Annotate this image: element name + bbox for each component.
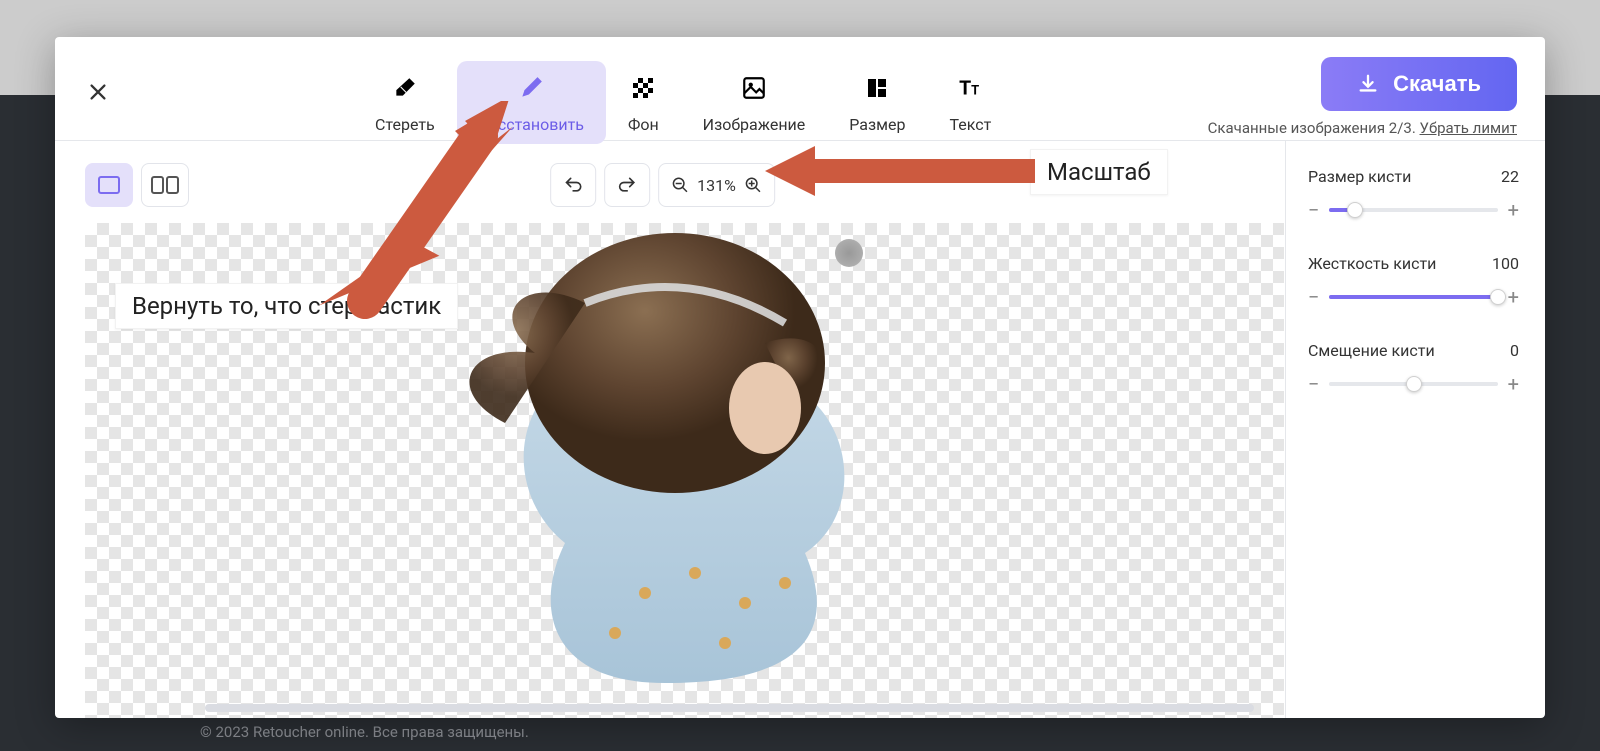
tool-label: Изображение: [703, 115, 806, 134]
zoom-in-icon[interactable]: [744, 176, 762, 194]
tool-background[interactable]: Фон: [606, 61, 681, 144]
brush-offset-plus[interactable]: +: [1508, 372, 1519, 396]
svg-text:T: T: [960, 77, 972, 100]
tool-label: Стереть: [375, 115, 435, 134]
brush-offset-minus[interactable]: −: [1308, 372, 1319, 396]
annotation-scale: Масштаб: [1030, 149, 1168, 195]
close-button[interactable]: [83, 77, 113, 107]
brush-size-value: 22: [1501, 167, 1519, 186]
redo-icon: [617, 175, 637, 195]
brush-hardness-label: Жесткость кисти: [1308, 254, 1436, 273]
brush-cursor: [835, 239, 863, 267]
brush-offset-label: Смещение кисти: [1308, 341, 1435, 360]
zoom-value: 131%: [697, 176, 736, 195]
edited-image: [385, 223, 945, 683]
remove-limit-link[interactable]: Убрать лимит: [1420, 119, 1517, 137]
brush-hardness-plus[interactable]: +: [1508, 285, 1519, 309]
tool-label: Восстановить: [479, 115, 584, 134]
tool-restore[interactable]: Восстановить: [457, 61, 606, 144]
sidebar-panel: Размер кисти 22 − + Жесткость кисти 100: [1285, 141, 1545, 718]
split-view-icon: [151, 176, 179, 194]
brush-hardness-group: Жесткость кисти 100 − +: [1308, 254, 1519, 309]
text-icon: TT: [957, 75, 983, 101]
brush-size-slider[interactable]: [1329, 208, 1497, 212]
tool-size[interactable]: Размер: [827, 61, 927, 144]
footer-copyright: © 2023 Retoucher online. Все права защищ…: [200, 723, 529, 741]
brush-size-label: Размер кисти: [1308, 167, 1411, 186]
top-toolbar: Стереть Восстановить Фон Изображение: [55, 37, 1545, 141]
brush-hardness-slider[interactable]: [1329, 295, 1497, 299]
editor-modal: Стереть Восстановить Фон Изображение: [55, 37, 1545, 718]
brush-offset-group: Смещение кисти 0 − +: [1308, 341, 1519, 396]
zoom-out-icon[interactable]: [671, 176, 689, 194]
brush-offset-slider[interactable]: [1329, 382, 1497, 386]
redo-button[interactable]: [604, 163, 650, 207]
tool-label: Фон: [628, 115, 659, 134]
canvas-area: 131%: [55, 141, 1285, 718]
single-view-icon: [98, 176, 120, 194]
svg-text:T: T: [971, 84, 979, 99]
download-icon: [1357, 73, 1379, 95]
download-button[interactable]: Скачать: [1321, 57, 1517, 111]
brush-size-plus[interactable]: +: [1508, 198, 1519, 222]
checker-icon: [630, 75, 656, 101]
brush-offset-value: 0: [1510, 341, 1519, 360]
annotation-restore: Вернуть то, что стер ластик: [115, 283, 458, 329]
undo-button[interactable]: [550, 163, 596, 207]
brush-icon: [518, 75, 544, 101]
view-single-button[interactable]: [85, 163, 133, 207]
layout-icon: [864, 75, 890, 101]
tool-text[interactable]: TT Текст: [927, 61, 1013, 144]
tool-erase[interactable]: Стереть: [353, 61, 457, 144]
undo-icon: [563, 175, 583, 195]
brush-size-minus[interactable]: −: [1308, 198, 1319, 222]
tool-image[interactable]: Изображение: [681, 61, 828, 144]
brush-hardness-minus[interactable]: −: [1308, 285, 1319, 309]
tool-label: Размер: [849, 115, 905, 134]
brush-hardness-value: 100: [1492, 254, 1519, 273]
download-label: Скачать: [1393, 71, 1481, 97]
close-icon: [87, 81, 109, 103]
eraser-icon: [392, 75, 418, 101]
zoom-control[interactable]: 131%: [658, 163, 775, 207]
tool-label: Текст: [949, 115, 991, 134]
view-split-button[interactable]: [141, 163, 189, 207]
canvas-viewport[interactable]: Вернуть то, что стер ластик: [85, 223, 1285, 718]
image-icon: [741, 75, 767, 101]
download-info: Скачанные изображения 2/3. Убрать лимит: [1208, 119, 1517, 137]
brush-size-group: Размер кисти 22 − +: [1308, 167, 1519, 222]
horizontal-scrollbar[interactable]: [205, 704, 1254, 712]
